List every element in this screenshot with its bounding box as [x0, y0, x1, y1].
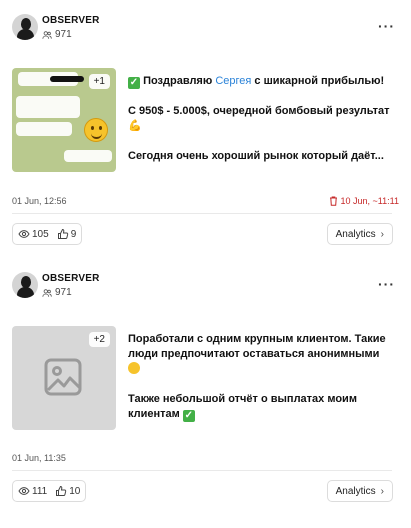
- more-options-button[interactable]: ···: [378, 276, 395, 292]
- views-stat: 111: [18, 485, 47, 497]
- subscriber-count-value: 971: [55, 287, 72, 298]
- reactions-group: 111 10: [12, 480, 87, 502]
- redacted-bar: [50, 76, 84, 82]
- divider: [12, 470, 392, 471]
- trash-icon: [329, 196, 337, 206]
- grinning-emoji-icon: [128, 362, 140, 374]
- media-count-badge: +2: [88, 332, 110, 347]
- likes-stat[interactable]: 9: [57, 228, 77, 240]
- post-text: Поработали с одним крупным клиентом. Так…: [128, 333, 386, 422]
- stats-row: 111 10 Analytics ›: [12, 480, 393, 502]
- mention-link[interactable]: Сергея: [215, 75, 251, 87]
- chevron-right-icon: ›: [380, 485, 384, 497]
- views-stat: 105: [18, 228, 49, 240]
- users-icon: [42, 30, 52, 39]
- likes-count: 10: [69, 485, 81, 497]
- thumbs-up-icon: [56, 485, 67, 496]
- post-date: 01 Jun, 12:56: [12, 196, 67, 206]
- likes-count: 9: [70, 228, 77, 240]
- views-count: 111: [32, 485, 48, 497]
- post-card: OBSERVER 971 ··· +2 Поработали с одним к…: [0, 258, 411, 528]
- chevron-right-icon: ›: [380, 228, 384, 240]
- channel-name[interactable]: OBSERVER: [42, 15, 100, 26]
- post-card: OBSERVER 971 ··· +1 ✓ Поздравляю Сергея …: [0, 0, 411, 258]
- post-text: ✓ Поздравляю Сергея с шикарной прибылью!…: [128, 75, 390, 162]
- reactions-group: 105 9: [12, 223, 83, 245]
- media-count-badge: +1: [88, 74, 110, 89]
- image-placeholder-icon: [44, 358, 82, 396]
- stats-row: 105 9 Analytics ›: [12, 223, 393, 245]
- analytics-button[interactable]: Analytics ›: [326, 480, 393, 502]
- avatar[interactable]: [12, 14, 38, 40]
- check-mark-icon: ✓: [182, 410, 195, 422]
- flexed-biceps-icon: 💪: [128, 120, 142, 132]
- post-media-thumbnail[interactable]: +2: [12, 326, 116, 430]
- author-row: OBSERVER 971 ···: [12, 272, 399, 302]
- scheduled-delete[interactable]: 10 Jun, ~11:11: [329, 196, 399, 206]
- subscriber-count: 971: [42, 29, 72, 40]
- subscriber-count: 971: [42, 287, 72, 298]
- likes-stat[interactable]: 10: [55, 485, 80, 497]
- divider: [12, 213, 392, 214]
- subscriber-count-value: 971: [55, 29, 72, 40]
- eye-icon: [18, 230, 30, 238]
- post-media-thumbnail[interactable]: +1: [12, 68, 116, 172]
- author-row: OBSERVER 971 ···: [12, 14, 399, 44]
- post-date: 01 Jun, 11:35: [12, 453, 66, 463]
- delete-date: 10 Jun, ~11:11: [340, 196, 399, 206]
- users-icon: [42, 288, 52, 297]
- more-options-button[interactable]: ···: [378, 18, 395, 34]
- channel-name[interactable]: OBSERVER: [42, 273, 100, 284]
- check-mark-icon: ✓: [128, 77, 140, 89]
- eye-icon: [18, 487, 30, 495]
- analytics-button[interactable]: Analytics ›: [326, 223, 393, 245]
- grinning-emoji-icon: [84, 118, 108, 142]
- avatar[interactable]: [12, 272, 38, 298]
- thumbs-up-icon: [57, 228, 68, 239]
- views-count: 105: [32, 228, 49, 240]
